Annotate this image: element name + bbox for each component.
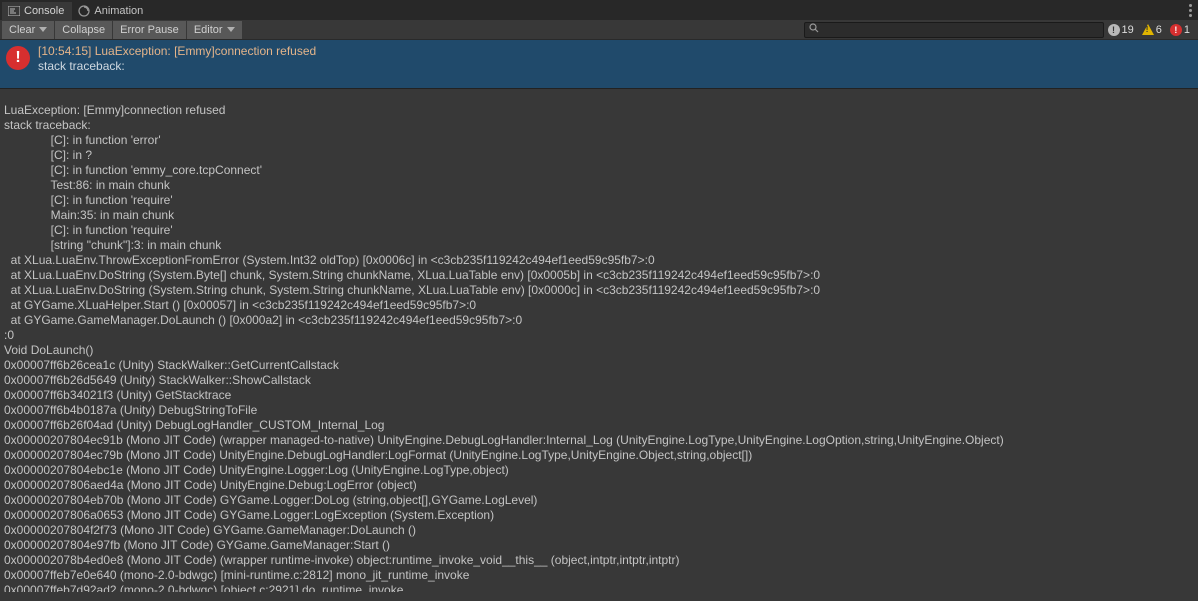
search-wrap: ! 19 6 ! 1 — [804, 22, 1198, 38]
chevron-down-icon — [39, 27, 47, 32]
collapse-button[interactable]: Collapse — [55, 21, 113, 39]
chevron-down-icon — [227, 27, 235, 32]
info-filter[interactable]: ! 19 — [1104, 24, 1138, 36]
tab-animation[interactable]: Animation — [72, 2, 151, 20]
error-count: 1 — [1184, 24, 1190, 36]
warning-filter[interactable]: 6 — [1138, 24, 1166, 36]
error-icon: ! — [1170, 24, 1182, 36]
tab-console-label: Console — [24, 5, 64, 17]
tab-console[interactable]: Console — [2, 2, 72, 20]
error-pause-button[interactable]: Error Pause — [113, 21, 187, 39]
collapse-label: Collapse — [62, 24, 105, 36]
error-filter[interactable]: ! 1 — [1166, 24, 1194, 36]
clear-button[interactable]: Clear — [2, 21, 55, 39]
log-entry-line1: [10:54:15] LuaException: [Emmy]connectio… — [38, 44, 316, 59]
tab-animation-label: Animation — [94, 5, 143, 17]
clear-label: Clear — [9, 24, 35, 36]
log-entry[interactable]: ! [10:54:15] LuaException: [Emmy]connect… — [0, 40, 1198, 89]
animation-icon — [78, 5, 90, 17]
info-icon: ! — [1108, 24, 1120, 36]
console-icon — [8, 6, 20, 16]
log-entry-text: [10:54:15] LuaException: [Emmy]connectio… — [38, 44, 316, 74]
editor-dropdown[interactable]: Editor — [187, 21, 243, 39]
log-entry-line2: stack traceback: — [38, 59, 316, 74]
search-input[interactable] — [804, 22, 1104, 38]
message-filters: ! 19 6 ! 1 — [1104, 24, 1195, 36]
panel-menu-icon[interactable] — [1187, 2, 1194, 19]
console-toolbar: Clear Collapse Error Pause Editor ! 19 6 — [0, 20, 1198, 40]
warning-count: 6 — [1156, 24, 1162, 36]
tab-bar: Console Animation — [0, 0, 1198, 20]
warning-icon — [1142, 24, 1154, 35]
editor-label: Editor — [194, 24, 223, 36]
error-pause-label: Error Pause — [120, 24, 179, 36]
log-details[interactable]: LuaException: [Emmy]connection refused s… — [0, 89, 1198, 592]
search-icon — [809, 23, 819, 36]
info-count: 19 — [1122, 24, 1134, 36]
error-icon: ! — [6, 46, 30, 70]
